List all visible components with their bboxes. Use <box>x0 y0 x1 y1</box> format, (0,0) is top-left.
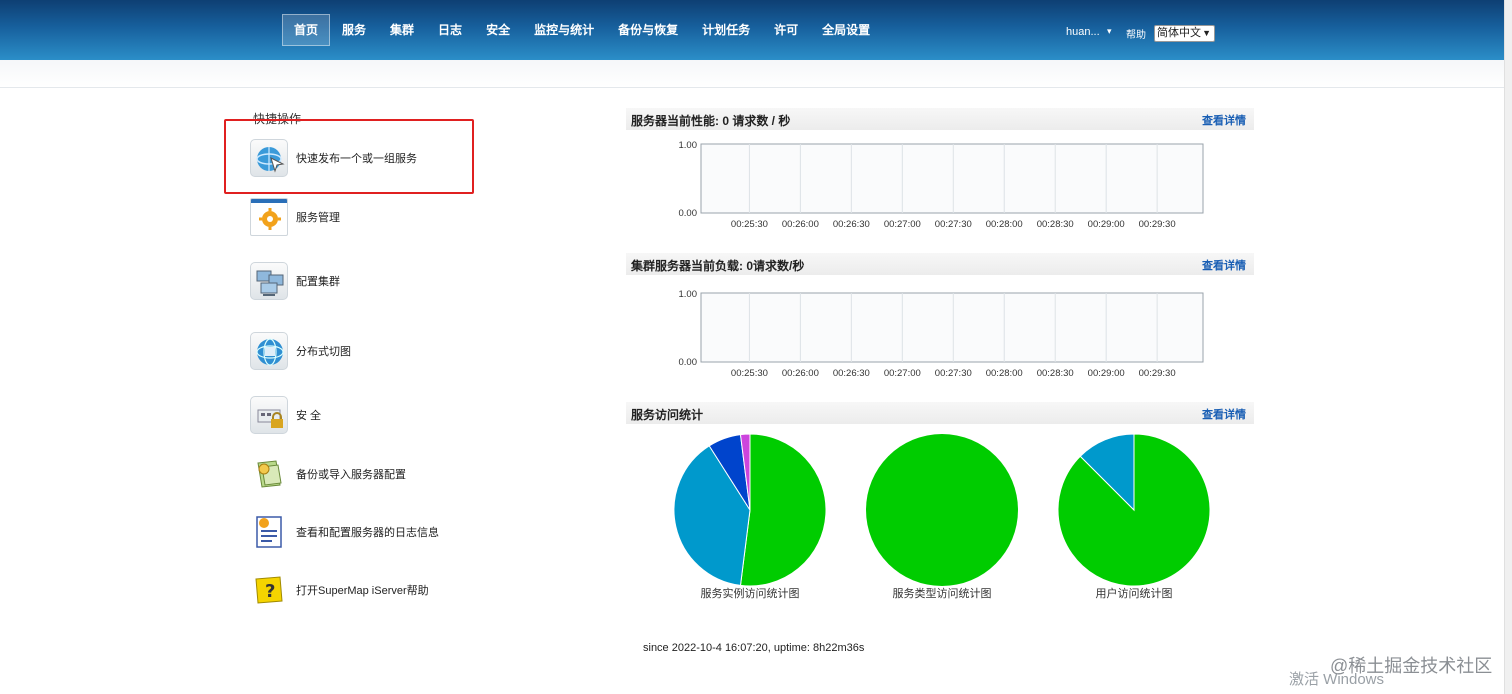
nav-cluster[interactable]: 集群 <box>378 14 426 46</box>
x-tick-label: 00:27:00 <box>884 368 921 379</box>
stats-details-link[interactable]: 查看详情 <box>1202 406 1246 422</box>
x-tick-label: 00:27:00 <box>884 219 921 230</box>
x-tick-label: 00:26:30 <box>833 219 870 230</box>
x-tick-label: 00:25:30 <box>731 368 768 379</box>
svg-text:?: ? <box>265 581 275 602</box>
y-tick-label: 1.00 <box>679 140 698 151</box>
quick-op-label: 服务管理 <box>296 212 340 224</box>
service-gear-icon <box>250 198 288 236</box>
nav-home[interactable]: 首页 <box>282 14 331 46</box>
x-tick-label: 00:27:30 <box>935 368 972 379</box>
cluster-panel-header: 集群服务器当前负载: 0请求数/秒 查看详情 <box>626 253 1254 275</box>
quick-op-label: 快速发布一个或一组服务 <box>296 153 417 165</box>
x-tick-label: 00:28:30 <box>1037 368 1074 379</box>
language-select[interactable]: 简体中文 ▼ <box>1154 25 1215 42</box>
stats-panel-header: 服务访问统计 查看详情 <box>626 402 1254 424</box>
quick-op-distributed-tiling[interactable]: 分布式切图 <box>250 332 351 370</box>
quick-op-label: 安 全 <box>296 410 322 422</box>
x-tick-label: 00:26:00 <box>782 219 819 230</box>
chevron-down-icon: ▼ <box>1202 28 1211 38</box>
x-tick-label: 00:27:30 <box>935 219 972 230</box>
help-question-icon: ? <box>250 571 288 609</box>
quick-op-label: 查看和配置服务器的日志信息 <box>296 527 439 539</box>
plot-area <box>700 143 1204 214</box>
quick-op-label: 配置集群 <box>296 276 340 288</box>
page-scrollbar[interactable] <box>1504 0 1512 694</box>
quick-op-label: 打开SuperMap iServer帮助 <box>296 585 429 597</box>
x-tick-label: 00:29:30 <box>1139 219 1176 230</box>
globe-arrow-icon <box>250 139 288 177</box>
cluster-line-chart: 00:25:30 00:26:00 00:26:30 00:27:00 00:27:30… <box>679 289 1204 379</box>
main-nav: 首页 服务 集群 日志 安全 监控与统计 备份与恢复 计划任务 许可 全局设置 <box>282 14 882 46</box>
nav-services[interactable]: 服务 <box>330 14 378 46</box>
user-menu[interactable]: huan... <box>1066 26 1100 38</box>
quick-op-label: 备份或导入服务器配置 <box>296 469 406 481</box>
x-tick-label: 00:28:00 <box>986 219 1023 230</box>
quick-op-service-management[interactable]: 服务管理 <box>250 198 340 236</box>
top-header: 首页 服务 集群 日志 安全 监控与统计 备份与恢复 计划任务 许可 全局设置 … <box>0 0 1512 60</box>
x-tick-label: 00:29:00 <box>1088 219 1125 230</box>
plot-area <box>700 292 1204 363</box>
x-tick-label: 00:29:00 <box>1088 368 1125 379</box>
quick-op-view-logs[interactable]: 查看和配置服务器的日志信息 <box>250 513 439 551</box>
quick-op-security[interactable]: 安 全 <box>250 396 321 434</box>
performance-title: 服务器当前性能: 0 请求数 / 秒 <box>631 114 791 128</box>
quick-op-open-help[interactable]: ? 打开SuperMap iServer帮助 <box>250 571 429 609</box>
y-tick-label: 1.00 <box>679 289 698 300</box>
sub-header-bar <box>0 60 1504 88</box>
backup-icon <box>250 455 288 493</box>
globe-grid-icon <box>250 332 288 370</box>
pie-caption: 用户访问统计图 <box>1096 586 1173 600</box>
x-tick-label: 00:28:00 <box>986 368 1023 379</box>
language-select-value: 简体中文 <box>1157 27 1201 39</box>
chevron-down-icon[interactable]: ▾ <box>1107 26 1112 37</box>
pie-caption: 服务类型访问统计图 <box>893 586 992 600</box>
site-watermark: @稀土掘金技术社区 <box>1330 656 1493 676</box>
cluster-details-link[interactable]: 查看详情 <box>1202 257 1246 273</box>
nav-backup[interactable]: 备份与恢复 <box>606 14 690 46</box>
x-tick-label: 00:28:30 <box>1037 219 1074 230</box>
pie-slice <box>739 433 827 587</box>
nav-scheduled-tasks[interactable]: 计划任务 <box>690 14 762 46</box>
nav-security[interactable]: 安全 <box>474 14 522 46</box>
nav-global-settings[interactable]: 全局设置 <box>810 14 882 46</box>
x-tick-label: 00:25:30 <box>731 219 768 230</box>
nav-logs[interactable]: 日志 <box>426 14 474 46</box>
performance-details-link[interactable]: 查看详情 <box>1202 112 1246 128</box>
x-tick-label: 00:26:30 <box>833 368 870 379</box>
y-tick-label: 0.00 <box>679 208 698 219</box>
quick-op-backup-config[interactable]: 备份或导入服务器配置 <box>250 455 406 493</box>
stats-pie-charts: 服务实例访问统计图 服务类型访问统计图 用户访问统计图 <box>673 433 1211 600</box>
lock-icon <box>250 396 288 434</box>
y-tick-label: 0.00 <box>679 357 698 368</box>
cluster-title: 集群服务器当前负载: 0请求数/秒 <box>631 259 805 273</box>
stats-title: 服务访问统计 <box>631 408 704 422</box>
log-document-icon <box>250 513 288 551</box>
quick-op-configure-cluster[interactable]: 配置集群 <box>250 262 340 300</box>
help-link[interactable]: 帮助 <box>1126 26 1146 41</box>
uptime-text: since 2022-10-4 16:07:20, uptime: 8h22m3… <box>643 642 865 654</box>
x-tick-label: 00:26:00 <box>782 368 819 379</box>
nav-monitoring[interactable]: 监控与统计 <box>522 14 606 46</box>
performance-line-chart: 00:25:30 00:26:00 00:26:30 00:27:00 00:27:30… <box>679 140 1204 230</box>
pie-caption: 服务实例访问统计图 <box>701 586 800 600</box>
nav-license[interactable]: 许可 <box>762 14 810 46</box>
x-tick-label: 00:29:30 <box>1139 368 1176 379</box>
cluster-computers-icon <box>250 262 288 300</box>
performance-panel-header: 服务器当前性能: 0 请求数 / 秒 查看详情 <box>626 108 1254 130</box>
quick-op-publish-services[interactable]: 快速发布一个或一组服务 <box>250 139 417 177</box>
pie-slice <box>866 434 1018 586</box>
quick-op-label: 分布式切图 <box>296 346 351 358</box>
